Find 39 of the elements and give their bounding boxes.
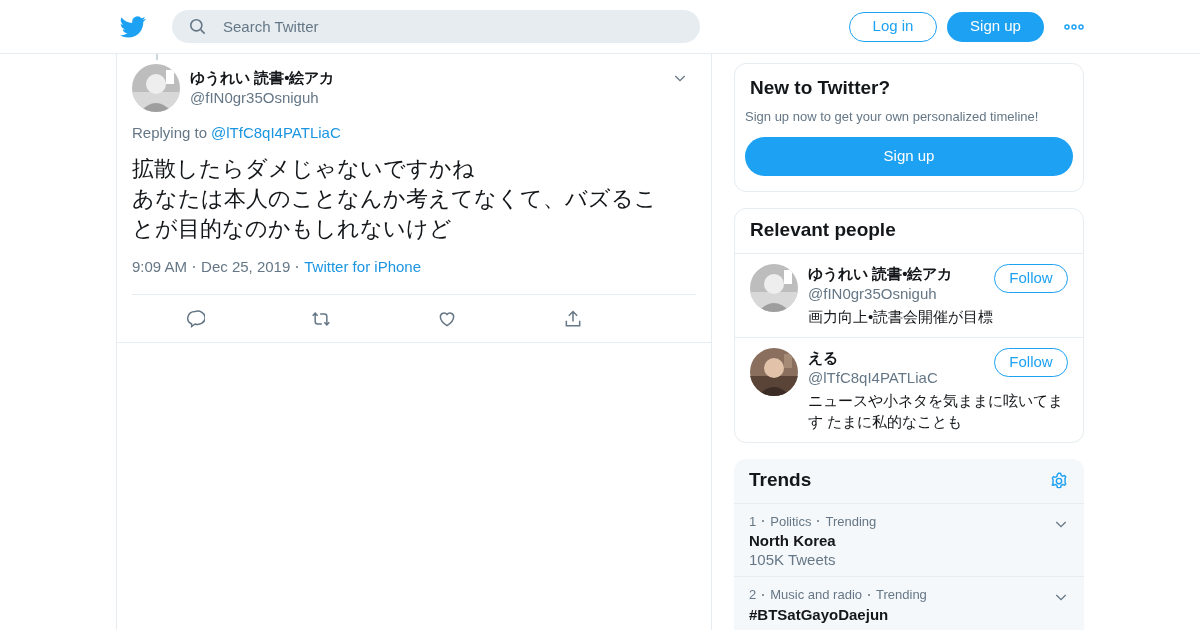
trend-status: Trending xyxy=(876,586,927,604)
trend-category: Politics xyxy=(770,512,812,531)
tweet-time: 9:09 AM xyxy=(132,256,188,277)
person-handle[interactable]: @lTfC8qI4PATLiaC xyxy=(808,367,994,388)
reply-icon[interactable] xyxy=(185,308,205,329)
trend-name: #BTSatGayoDaejun xyxy=(749,605,890,624)
card-subtitle: Sign up now to get your own personalized timeline! xyxy=(745,108,1040,126)
person-name[interactable]: える xyxy=(808,347,994,368)
signup-button[interactable]: Sign up xyxy=(745,136,1073,176)
search-field[interactable]: Search Twitter xyxy=(172,10,700,43)
trend-item[interactable]: 1 Politics Trending North Korea 105K Tweets xyxy=(734,503,1084,577)
trend-status: Trending xyxy=(825,512,877,531)
replying-label: Replying to xyxy=(132,123,208,143)
card-title: New to Twitter? xyxy=(749,76,892,100)
more-icon[interactable] xyxy=(1064,23,1084,30)
search-icon xyxy=(188,17,207,36)
trend-rank: 1 xyxy=(749,512,757,531)
card-title: Trends xyxy=(749,468,812,493)
trend-item[interactable]: 2 Music and radio Trending #BTSatGayoDaejun xyxy=(734,577,1084,630)
trend-count: 105K Tweets xyxy=(749,550,837,570)
signup-button[interactable]: Sign up xyxy=(947,11,1044,42)
person-name[interactable]: ゆうれい 読書•絵アカ xyxy=(808,263,994,284)
person-handle[interactable]: @fIN0gr35Osniguh xyxy=(808,283,994,304)
tweet-text: あなたは本人のことなんか考えてなくて、バズることが目的なのかもしれないけど xyxy=(132,184,658,243)
settings-icon[interactable] xyxy=(1049,470,1069,491)
person-bio: ニュースや小ネタを気ままに呟いてます たまに私的なことも xyxy=(808,390,1064,432)
person-bio: 画力向上•読書会開催が目標 xyxy=(808,306,995,327)
author-name[interactable]: ゆうれい 読書•絵アカ xyxy=(190,68,672,88)
mention-link[interactable]: @lTfC8qI4PATLiaC xyxy=(211,122,341,145)
share-icon[interactable] xyxy=(563,308,583,329)
trend-name: North Korea xyxy=(749,532,837,550)
tweet-date: Dec 25, 2019 xyxy=(201,256,291,277)
bird-logo-icon[interactable] xyxy=(120,13,146,40)
card-title: Relevant people xyxy=(735,208,1083,254)
trend-category: Music and radio xyxy=(770,586,862,604)
source-link[interactable]: Twitter for iPhone xyxy=(304,255,421,278)
tweet-text: 拡散したらダメじゃないですかね xyxy=(132,154,476,183)
trend-rank: 2 xyxy=(749,586,757,604)
author-handle[interactable]: @fIN0gr35Osniguh xyxy=(190,88,672,108)
